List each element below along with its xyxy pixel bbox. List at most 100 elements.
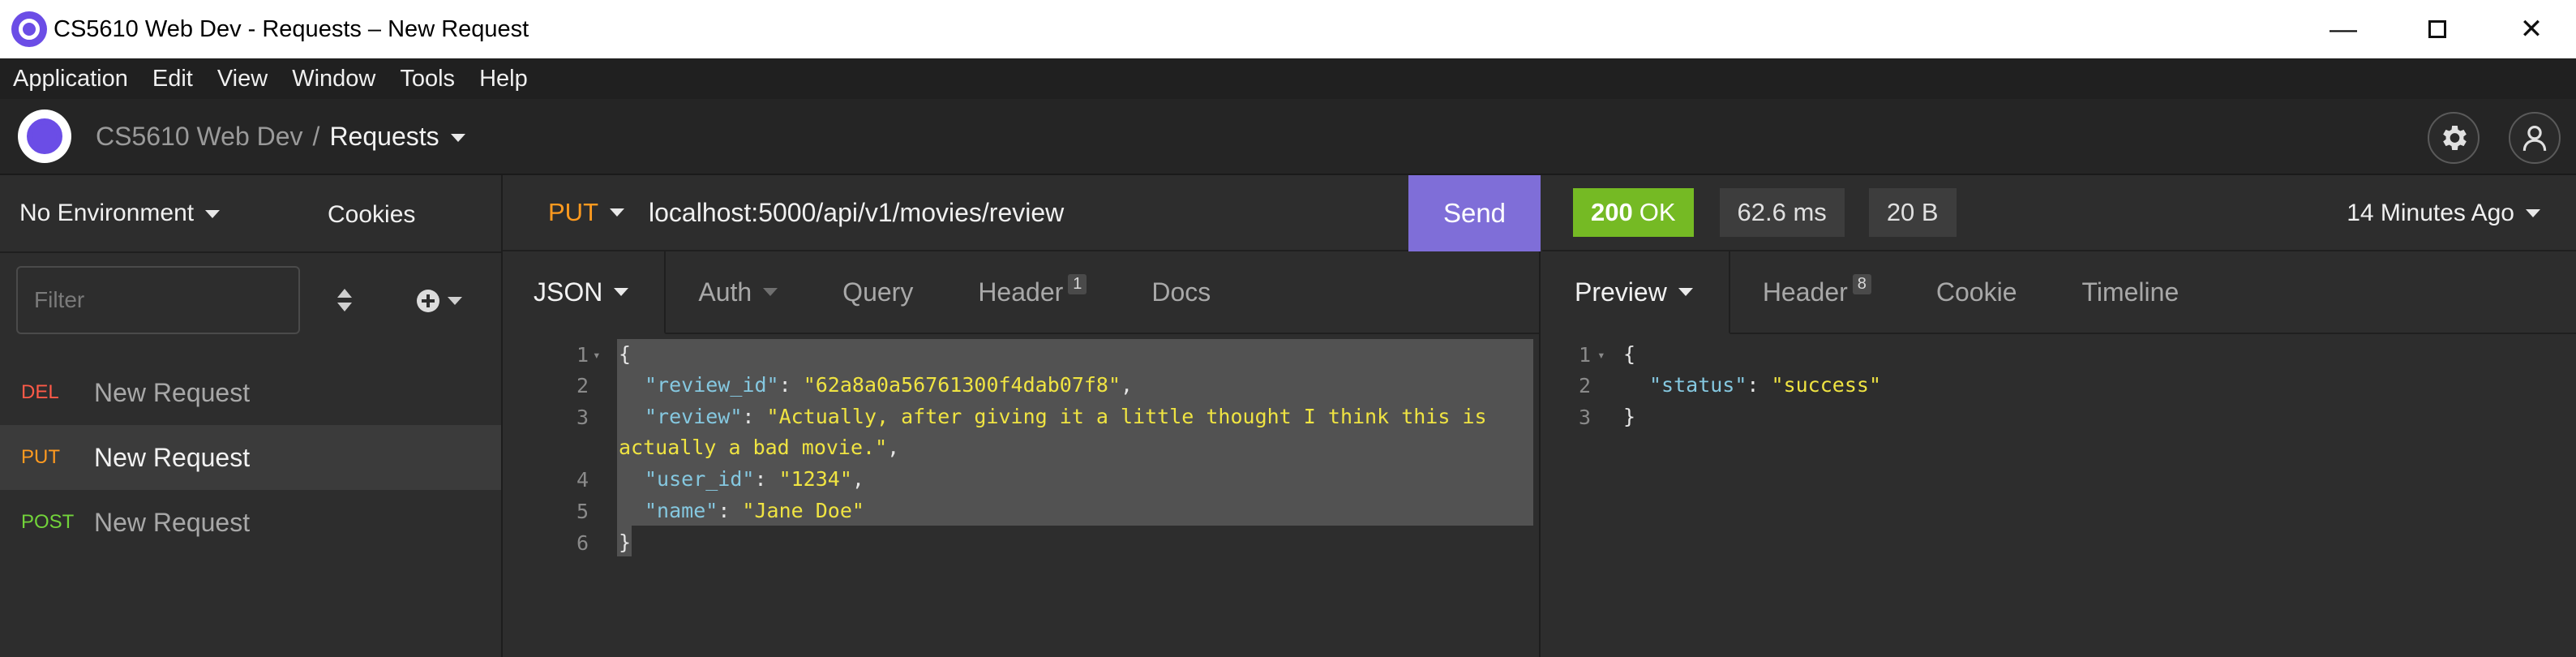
json-value: "Actually, after giving it a little thou… xyxy=(766,405,1487,428)
chevron-down-icon xyxy=(205,210,221,219)
sort-button[interactable] xyxy=(331,286,358,315)
json-value: "Jane Doe" xyxy=(742,499,864,522)
line-number: 6 xyxy=(576,531,589,555)
chevron-down-icon xyxy=(448,297,462,305)
tab-label: Docs xyxy=(1151,277,1211,307)
menu-window[interactable]: Window xyxy=(292,66,375,92)
menu-application[interactable]: Application xyxy=(13,66,128,92)
breadcrumb-separator: / xyxy=(312,121,320,151)
menu-edit[interactable]: Edit xyxy=(152,66,193,92)
fold-toggle-icon[interactable]: ▾ xyxy=(593,347,601,363)
menu-tools[interactable]: Tools xyxy=(400,66,455,92)
tab-label: Preview xyxy=(1575,277,1667,307)
tab-label: Cookie xyxy=(1935,277,2017,307)
breadcrumb-workspace[interactable]: CS5610 Web Dev xyxy=(96,122,303,152)
tab-preview[interactable]: Preview xyxy=(1542,251,1730,334)
close-button[interactable]: ✕ xyxy=(2484,0,2576,58)
request-item-del[interactable]: DEL New Request xyxy=(0,360,501,425)
sort-up-icon xyxy=(337,289,352,298)
maximize-icon xyxy=(2428,20,2446,38)
add-request-button[interactable] xyxy=(417,287,462,315)
code-line: { xyxy=(619,342,632,366)
selection-highlight xyxy=(617,339,1533,526)
json-value-continued: actually a bad movie." xyxy=(619,436,888,459)
request-tabs: JSON Auth Query Header 1 Docs xyxy=(503,251,1539,334)
code-line: "name": "Jane Doe" xyxy=(645,499,864,522)
tab-query[interactable]: Query xyxy=(810,251,945,333)
chevron-down-icon xyxy=(450,134,465,143)
line-number: 1 xyxy=(576,343,589,367)
tab-docs[interactable]: Docs xyxy=(1119,251,1243,333)
line-number: 2 xyxy=(576,374,589,397)
menu-view[interactable]: View xyxy=(217,66,268,92)
tab-label: Timeline xyxy=(2081,277,2180,307)
sidebar-toolbar: No Environment xyxy=(0,175,501,253)
gear-icon xyxy=(2443,126,2467,150)
code-line: "user_id": "1234", xyxy=(645,467,864,491)
code-line: } xyxy=(619,530,632,554)
tab-label: Auth xyxy=(698,277,752,307)
maximize-button[interactable] xyxy=(2390,0,2484,58)
request-list: DEL New Request PUT New Request POST New… xyxy=(0,360,501,555)
minimize-button[interactable]: — xyxy=(2296,0,2390,58)
tab-auth[interactable]: Auth xyxy=(666,251,810,333)
filter-input[interactable] xyxy=(16,266,300,334)
json-punct: , xyxy=(1121,373,1134,397)
url-bar: PUT localhost:5000/api/v1/movies/review … xyxy=(503,175,1541,251)
json-punct: , xyxy=(851,467,864,491)
account-button[interactable] xyxy=(2509,112,2561,164)
request-name: New Request xyxy=(94,377,251,407)
json-key: "status" xyxy=(1649,373,1747,397)
request-item-put[interactable]: PUT New Request xyxy=(0,425,501,490)
header-count-badge: 8 xyxy=(1852,273,1871,294)
chevron-down-icon xyxy=(2526,209,2540,217)
code-line: "review_id": "62a8a0a56761300f4dab07f8", xyxy=(645,373,1134,397)
environment-label: No Environment xyxy=(19,200,195,226)
menu-bar: Application Edit View Window Tools Help xyxy=(0,58,2576,99)
sidebar: No Environment Cookies DEL New Request P… xyxy=(0,175,503,657)
json-key: "review_id" xyxy=(645,373,779,397)
line-number: 4 xyxy=(576,468,589,492)
tab-header[interactable]: Header 1 xyxy=(945,251,1119,333)
tab-label: Header xyxy=(1762,277,1848,307)
request-name: New Request xyxy=(94,507,251,537)
json-value: "1234" xyxy=(778,467,852,491)
tab-label: Header xyxy=(978,277,1064,307)
insomnia-app-icon xyxy=(11,11,47,47)
cookies-button[interactable]: Cookies xyxy=(328,201,415,229)
response-history-dropdown[interactable]: 14 Minutes Ago xyxy=(2347,200,2540,227)
send-button[interactable]: Send xyxy=(1408,175,1541,251)
line-number: 3 xyxy=(576,406,589,429)
tab-json[interactable]: JSON xyxy=(503,251,667,334)
request-method: POST xyxy=(21,511,75,533)
chevron-down-icon xyxy=(614,288,629,296)
response-tabs: Preview Header 8 Cookie Timeline xyxy=(1542,251,2576,334)
app-header: CS5610 Web Dev / Requests xyxy=(0,99,2576,175)
settings-button[interactable] xyxy=(2428,112,2480,164)
menu-help[interactable]: Help xyxy=(479,66,528,92)
request-method: PUT xyxy=(21,446,60,468)
window-title: CS5610 Web Dev - Requests – New Request xyxy=(54,15,529,42)
tab-timeline[interactable]: Timeline xyxy=(2050,251,2212,333)
request-item-post[interactable]: POST New Request xyxy=(0,490,501,555)
response-size-badge: 20 B xyxy=(1868,188,1957,237)
window-titlebar: CS5610 Web Dev - Requests – New Request … xyxy=(0,0,2576,58)
method-dropdown[interactable]: PUT xyxy=(548,198,624,227)
fold-toggle-icon[interactable]: ▾ xyxy=(1597,347,1605,363)
json-value: "62a8a0a56761300f4dab07f8" xyxy=(803,373,1121,397)
breadcrumb-collection[interactable]: Requests xyxy=(329,122,465,152)
json-key: "user_id" xyxy=(645,467,755,491)
code-line: "review": "Actually, after giving it a l… xyxy=(645,405,1487,428)
url-input[interactable]: localhost:5000/api/v1/movies/review xyxy=(649,198,1064,228)
tab-response-header[interactable]: Header 8 xyxy=(1730,251,1904,333)
chevron-down-icon xyxy=(610,208,624,217)
tab-cookie[interactable]: Cookie xyxy=(1904,251,2050,333)
insomnia-logo-icon[interactable] xyxy=(18,110,71,163)
line-number: 2 xyxy=(1578,374,1591,397)
code-line: { xyxy=(1623,342,1636,366)
line-number: 5 xyxy=(576,500,589,523)
request-method: DEL xyxy=(21,381,59,403)
environment-dropdown[interactable]: No Environment xyxy=(19,200,221,227)
code-line: } xyxy=(1623,405,1636,428)
tab-label: JSON xyxy=(534,277,603,307)
